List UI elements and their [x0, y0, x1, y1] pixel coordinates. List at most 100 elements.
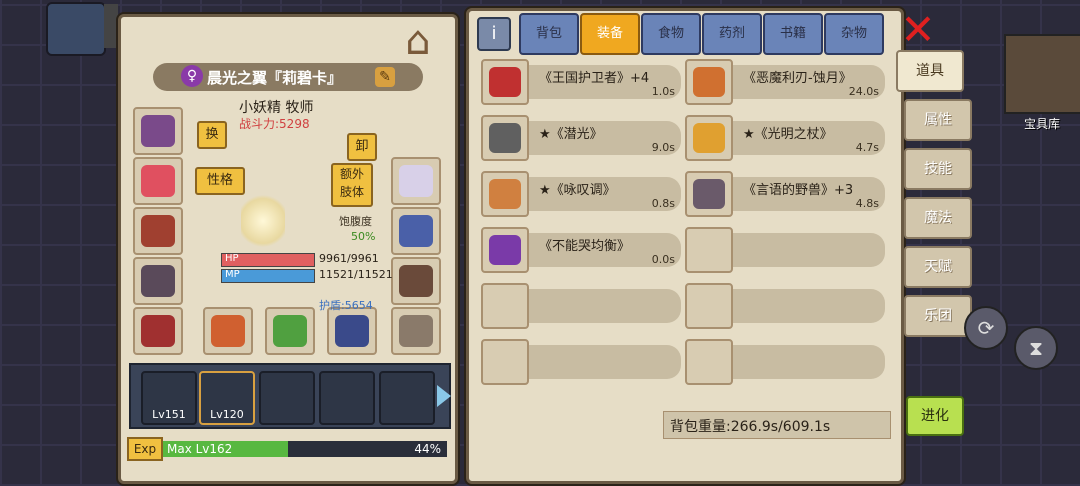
- side-tab-4[interactable]: 天赋: [904, 246, 972, 288]
- side-tab-3[interactable]: 魔法: [904, 197, 972, 239]
- inventory-item[interactable]: ★《咏叹调》 0.8s: [481, 171, 681, 217]
- equip-slot-cloak[interactable]: [133, 257, 183, 305]
- party-level: Lv151: [152, 408, 186, 421]
- inventory-item[interactable]: 《王国护卫者》+4 1.0s: [481, 59, 681, 105]
- mp-label: MP: [225, 269, 240, 280]
- item-name: ★《潜光》: [539, 127, 603, 142]
- bow-icon: [335, 315, 369, 347]
- mp-bar: MP: [221, 269, 315, 283]
- equipment-icon: [489, 179, 521, 209]
- bat-emblem-icon: [141, 315, 175, 347]
- equip-slot-belt[interactable]: [133, 307, 183, 355]
- inventory-item[interactable]: [685, 283, 885, 329]
- wardrobe-hanger-icon[interactable]: ⌂: [387, 19, 449, 63]
- gauntlet-icon: [399, 165, 433, 197]
- satiety-label: 饱腹度: [339, 215, 372, 228]
- tab-2[interactable]: 食物: [641, 13, 701, 55]
- equipment-icon: [693, 123, 725, 153]
- item-time: 0.0s: [651, 253, 675, 266]
- inventory-item[interactable]: [481, 339, 681, 385]
- party-slot-5[interactable]: [379, 371, 435, 425]
- item-icon-slot: [685, 115, 733, 161]
- item-icon-slot: [481, 115, 529, 161]
- equip-slot-gloves[interactable]: [391, 157, 441, 205]
- equipment-icon: [489, 235, 521, 265]
- personality-button[interactable]: 性格: [195, 167, 245, 195]
- inventory-item[interactable]: [685, 227, 885, 273]
- unequip-button[interactable]: 卸: [347, 133, 377, 161]
- character-name: 晨光之翼『莉碧卡』: [207, 69, 343, 87]
- mp-value: 11521/11521: [319, 268, 393, 281]
- side-tab-2[interactable]: 技能: [904, 148, 972, 190]
- extra-limb-button[interactable]: 额外 肢体: [331, 163, 373, 207]
- party-slot-3[interactable]: [259, 371, 315, 425]
- female-gender-icon: ♀: [181, 65, 203, 87]
- tab-4[interactable]: 书籍: [763, 13, 823, 55]
- item-time: 4.7s: [855, 141, 879, 154]
- item-icon-slot: [685, 283, 733, 329]
- party-slot-1[interactable]: Lv151: [141, 371, 197, 425]
- item-name: ★《咏叹调》: [539, 183, 616, 198]
- inventory-item[interactable]: 《不能哭均衡》 0.0s: [481, 227, 681, 273]
- tome-icon: [399, 215, 433, 247]
- side-tab-5[interactable]: 乐团: [904, 295, 972, 337]
- close-icon[interactable]: ✕: [898, 9, 938, 51]
- equip-slot-ring[interactable]: [391, 307, 441, 355]
- hammer-icon: [211, 315, 245, 347]
- inventory-item[interactable]: [685, 339, 885, 385]
- hud-status-bars: [104, 4, 118, 48]
- item-icon-slot: [685, 227, 733, 273]
- item-icon-slot: [685, 59, 733, 105]
- satiety-value: 50%: [351, 230, 376, 243]
- exp-bar: Max Lv162 44%: [163, 441, 447, 457]
- tab-3[interactable]: 药剂: [702, 13, 762, 55]
- hourglass-icon[interactable]: ⧗: [1014, 326, 1058, 370]
- equip-slot-necklace[interactable]: [133, 157, 183, 205]
- equip-slot-weapon-2[interactable]: [265, 307, 315, 355]
- inventory-item[interactable]: [481, 283, 681, 329]
- tab-5[interactable]: 杂物: [824, 13, 884, 55]
- inventory-item[interactable]: ★《潜光》 9.0s: [481, 115, 681, 161]
- equip-slot-head[interactable]: [133, 107, 183, 155]
- side-tab-0[interactable]: 道具: [896, 50, 964, 92]
- bag-weight-text: 背包重量:266.9s/609.1s: [670, 419, 831, 435]
- party-slot-2[interactable]: Lv120: [199, 371, 255, 425]
- tab-0[interactable]: 背包: [519, 13, 579, 55]
- exp-level: Max Lv162: [167, 442, 233, 456]
- hp-label: HP: [225, 253, 239, 264]
- equipment-icon: [693, 67, 725, 97]
- hp-value: 9961/9961: [319, 252, 379, 265]
- leaf-staff-icon: [273, 315, 307, 347]
- item-icon-slot: [685, 339, 733, 385]
- equip-slot-weapon-1[interactable]: [203, 307, 253, 355]
- party-slot-4[interactable]: [319, 371, 375, 425]
- item-icon-slot: [481, 283, 529, 329]
- item-name: 《王国护卫者》+4: [539, 71, 650, 86]
- player-avatar[interactable]: [46, 2, 106, 56]
- inventory-item[interactable]: ★《光明之杖》 4.7s: [685, 115, 885, 161]
- equip-slot-weapon-3[interactable]: [327, 307, 377, 355]
- item-time: 0.8s: [651, 197, 675, 210]
- item-icon-slot: [481, 227, 529, 273]
- equip-slot-boots[interactable]: [391, 257, 441, 305]
- swap-button[interactable]: 换: [197, 121, 227, 149]
- refresh-icon[interactable]: ⟳: [964, 306, 1008, 350]
- info-icon[interactable]: i: [477, 17, 511, 51]
- item-icon-slot: [685, 171, 733, 217]
- inventory-item[interactable]: 《恶魔利刃-蚀月》 24.0s: [685, 59, 885, 105]
- party-level: Lv120: [210, 408, 244, 421]
- item-time: 1.0s: [651, 85, 675, 98]
- evolve-button[interactable]: 进化: [906, 396, 964, 436]
- edit-name-icon[interactable]: ✎: [375, 67, 395, 87]
- inventory-item[interactable]: 《言语的野兽》+3 4.8s: [685, 171, 885, 217]
- equip-slot-accessory[interactable]: [391, 207, 441, 255]
- side-tab-1[interactable]: 属性: [904, 99, 972, 141]
- exp-tag: Exp: [127, 437, 163, 461]
- item-name: 《恶魔利刃-蚀月》: [743, 71, 852, 86]
- shield-value: 护盾:5654: [319, 299, 373, 312]
- minimap[interactable]: 宝具库: [1004, 34, 1080, 131]
- equip-slot-body[interactable]: [133, 207, 183, 255]
- item-name: ★《光明之杖》: [743, 127, 833, 142]
- party-next-arrow-icon[interactable]: [437, 385, 451, 407]
- tab-1[interactable]: 装备: [580, 13, 640, 55]
